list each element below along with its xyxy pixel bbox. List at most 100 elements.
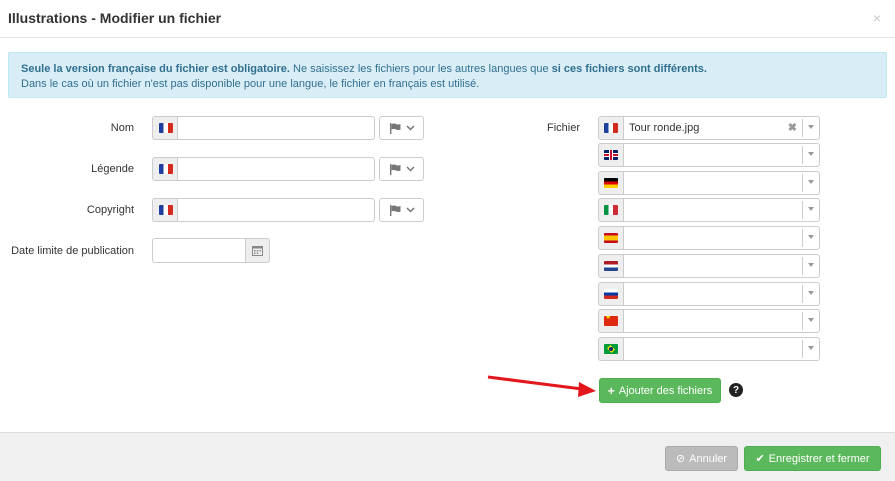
- select-separator: [802, 285, 803, 303]
- alert-bold-text-2: si ces fichiers sont différents.: [551, 63, 707, 75]
- date-input[interactable]: [152, 238, 246, 263]
- copyright-label: Copyright: [86, 204, 134, 216]
- file-select-br[interactable]: [623, 337, 820, 361]
- file-flag-addon: [598, 337, 623, 361]
- alert-text: Ne saisissez les fichiers pour les autre…: [289, 63, 552, 75]
- file-flag-addon: [598, 171, 623, 195]
- file-row-fr: Tour ronde.jpg ✖: [598, 116, 820, 140]
- netherlands-flag-icon: [604, 261, 618, 271]
- brazil-flag-icon: [604, 344, 618, 354]
- save-close-button[interactable]: ✔ Enregistrer et fermer: [744, 446, 881, 471]
- chevron-down-icon: [405, 207, 415, 213]
- spain-flag-icon: [604, 233, 618, 243]
- caret-down-icon: [808, 263, 814, 267]
- caret-down-icon: [808, 235, 814, 239]
- file-select-nl[interactable]: [623, 254, 820, 278]
- plus-icon: +: [607, 383, 615, 398]
- uk-flag-icon: [604, 150, 618, 160]
- legende-label: Légende: [91, 163, 134, 175]
- select-separator: [802, 146, 803, 164]
- copyright-input[interactable]: [177, 198, 375, 222]
- caret-down-icon: [808, 346, 814, 350]
- caret-down-icon: [808, 291, 814, 295]
- file-value: Tour ronde.jpg: [629, 122, 700, 134]
- file-select-gb[interactable]: [623, 143, 820, 167]
- select-separator: [802, 174, 803, 192]
- file-select-es[interactable]: [623, 226, 820, 250]
- check-icon: ✔: [755, 453, 765, 465]
- file-row-de: [598, 171, 820, 195]
- file-row-cn: [598, 309, 820, 333]
- select-separator: [802, 201, 803, 219]
- date-label: Date limite de publication: [11, 245, 134, 257]
- modal-title: Illustrations - Modifier un fichier: [8, 10, 222, 26]
- nom-input[interactable]: [177, 116, 375, 140]
- file-flag-addon: [598, 226, 623, 250]
- caret-down-icon: [808, 318, 814, 322]
- file-select-fr[interactable]: Tour ronde.jpg ✖: [623, 116, 820, 140]
- legende-flag-addon: [152, 157, 178, 181]
- flag-icon: [389, 122, 400, 134]
- select-separator: [802, 340, 803, 358]
- file-select-de[interactable]: [623, 171, 820, 195]
- select-separator: [802, 257, 803, 275]
- select-separator: [802, 119, 803, 137]
- add-files-label: Ajouter des fichiers: [618, 384, 713, 397]
- file-row-nl: [598, 254, 820, 278]
- file-flag-addon: [598, 254, 623, 278]
- legende-language-dropdown[interactable]: [379, 157, 424, 181]
- nom-flag-addon: [152, 116, 178, 140]
- italy-flag-icon: [604, 205, 618, 215]
- nom-language-dropdown[interactable]: [379, 116, 424, 140]
- france-flag-icon: [158, 164, 173, 174]
- modal-header: Illustrations - Modifier un fichier ×: [0, 0, 895, 38]
- select-separator: [802, 312, 803, 330]
- file-row-br: [598, 337, 820, 361]
- file-row-gb: [598, 143, 820, 167]
- caret-down-icon: [808, 125, 814, 129]
- annotation-arrow-icon: [487, 375, 596, 397]
- france-flag-icon: [158, 205, 173, 215]
- caret-down-icon: [808, 207, 814, 211]
- file-flag-addon: [598, 282, 623, 306]
- file-flag-addon: [598, 198, 623, 222]
- file-row-ru: [598, 282, 820, 306]
- legende-input[interactable]: [177, 157, 375, 181]
- file-flag-addon: [598, 309, 623, 333]
- close-icon[interactable]: ×: [873, 10, 881, 26]
- copyright-flag-addon: [152, 198, 178, 222]
- add-files-button[interactable]: + Ajouter des fichiers: [599, 378, 721, 403]
- france-flag-icon: [158, 123, 173, 133]
- chevron-down-icon: [405, 166, 415, 172]
- fichier-label: Fichier: [546, 122, 580, 134]
- germany-flag-icon: [604, 178, 618, 188]
- clear-icon[interactable]: ✖: [788, 121, 797, 134]
- save-close-label: Enregistrer et fermer: [768, 452, 870, 465]
- flag-icon: [389, 204, 400, 216]
- ban-icon: ⊘: [675, 453, 686, 465]
- file-select-ru[interactable]: [623, 282, 820, 306]
- copyright-language-dropdown[interactable]: [379, 198, 424, 222]
- info-alert: Seule la version française du fichier es…: [8, 52, 887, 98]
- file-row-it: [598, 198, 820, 222]
- select-separator: [802, 229, 803, 247]
- calendar-icon: [252, 246, 263, 256]
- file-flag-addon: [598, 116, 623, 140]
- nom-label: Nom: [110, 122, 134, 134]
- caret-down-icon: [808, 152, 814, 156]
- calendar-button[interactable]: [245, 238, 270, 263]
- caret-down-icon: [808, 180, 814, 184]
- cancel-button[interactable]: ⊘ Annuler: [665, 446, 738, 471]
- alert-bold-text: Seule la version française du fichier es…: [21, 63, 290, 75]
- cancel-label: Annuler: [689, 452, 728, 465]
- china-flag-icon: [604, 316, 618, 326]
- file-select-it[interactable]: [623, 198, 820, 222]
- france-flag-icon: [604, 123, 618, 133]
- file-flag-addon: [598, 143, 623, 167]
- alert-line-2: Dans le cas où un fichier n'est pas disp…: [21, 78, 480, 90]
- russia-flag-icon: [604, 289, 618, 299]
- file-row-es: [598, 226, 820, 250]
- flag-icon: [389, 163, 400, 175]
- file-select-cn[interactable]: [623, 309, 820, 333]
- help-icon[interactable]: ?: [729, 383, 743, 397]
